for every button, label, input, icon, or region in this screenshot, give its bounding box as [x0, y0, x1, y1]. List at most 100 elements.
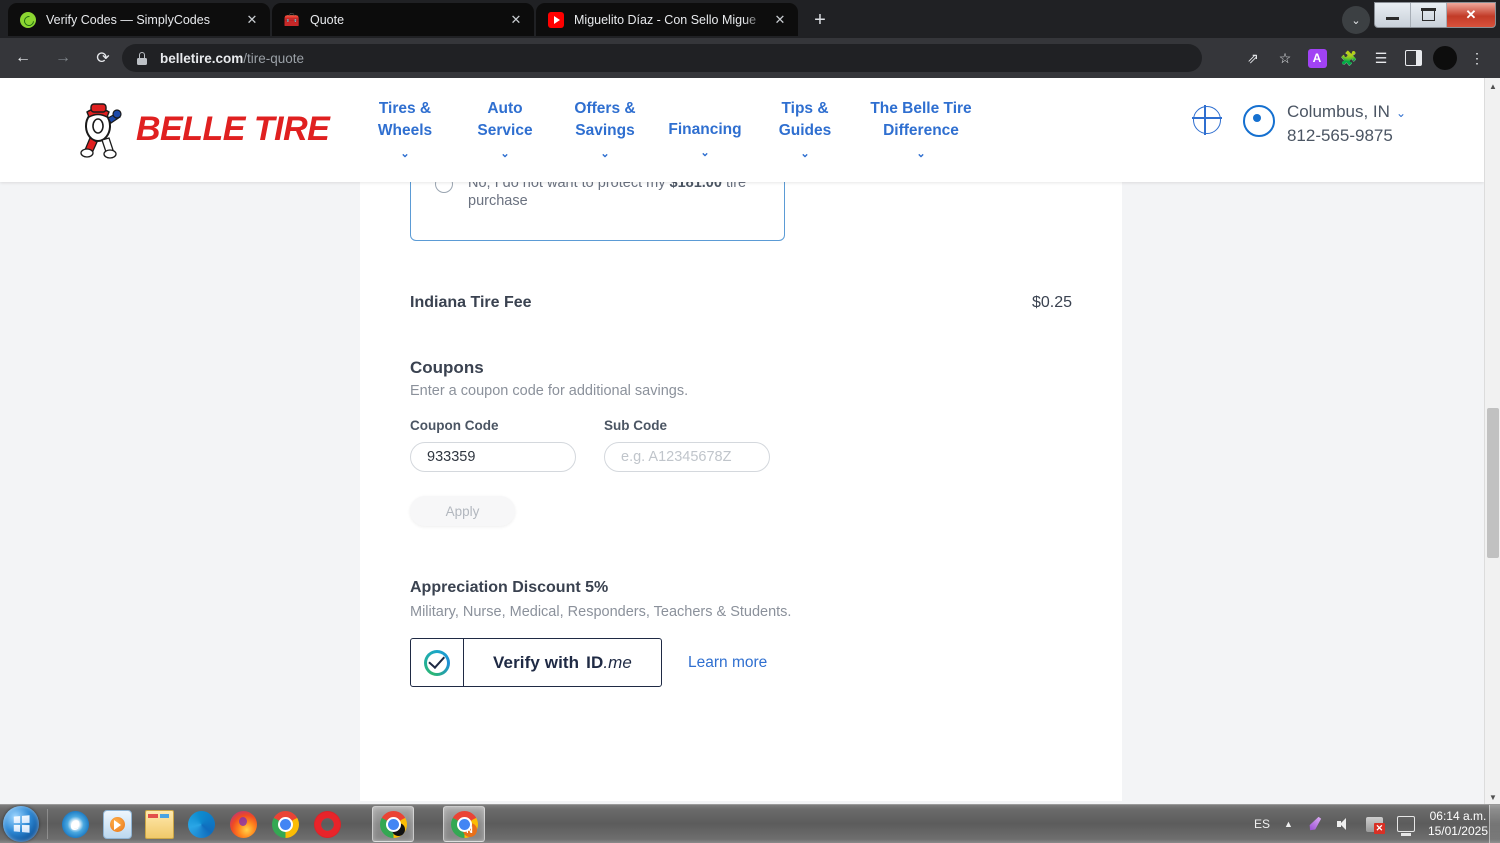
nav-item-tires-wheels[interactable]: Tires & Wheels ⌄: [355, 98, 455, 165]
chrome-menu-icon[interactable]: ⋮: [1462, 42, 1492, 74]
minimize-button[interactable]: [1375, 3, 1411, 27]
globe-language-icon[interactable]: [1192, 105, 1222, 135]
tab-title: Verify Codes — SimplyCodes: [46, 12, 210, 27]
back-icon[interactable]: ←: [6, 41, 40, 75]
quote-content-card: No, I do not want to protect my $181.00 …: [360, 78, 1122, 801]
page-scrollbar[interactable]: ▲ ▼: [1484, 78, 1500, 805]
taskbar-chrome-window-1[interactable]: [372, 806, 414, 842]
start-button[interactable]: [3, 806, 39, 842]
profile-badge: [391, 822, 405, 836]
chevron-down-icon: ⌄: [700, 147, 710, 159]
nav-item-belle-tire-difference[interactable]: The Belle Tire Difference ⌄: [855, 98, 987, 165]
taskbar-opera[interactable]: [307, 807, 347, 841]
internet-explorer-icon: e: [61, 810, 89, 838]
browser-tab-3[interactable]: Miguelito Díaz - Con Sello Migue ✕: [536, 3, 798, 36]
apply-coupon-button[interactable]: Apply: [410, 496, 515, 526]
store-locator[interactable]: Columbus, IN ⌄ 812-565-9875: [1287, 100, 1406, 148]
nav-item-tips-guides[interactable]: Tips & Guides ⌄: [755, 98, 855, 165]
coupon-code-field-group: Coupon Code: [410, 418, 576, 472]
taskbar-divider: [47, 809, 48, 839]
location-pin-icon: [1242, 105, 1275, 137]
sub-code-label: Sub Code: [604, 418, 667, 433]
tire-protection-option-box[interactable]: No, I do not want to protect my $181.00 …: [410, 173, 785, 241]
chevron-down-icon: ⌄: [800, 148, 810, 160]
coupon-code-input[interactable]: [410, 442, 576, 472]
header-utilities: Columbus, IN ⌄ 812-565-9875: [1192, 100, 1406, 148]
belle-tire-wordmark: BELLE TIRE: [136, 109, 330, 148]
browser-tab-1[interactable]: Verify Codes — SimplyCodes ✕: [8, 3, 270, 36]
forward-icon[interactable]: →: [46, 41, 80, 75]
scroll-down-arrow-icon[interactable]: ▼: [1485, 789, 1500, 805]
restore-button[interactable]: [1411, 3, 1447, 27]
windows-media-player-icon: [102, 809, 132, 839]
lock-icon: [136, 51, 148, 65]
address-bar[interactable]: belletire.com/tire-quote: [122, 44, 1202, 72]
verified-check-icon: [424, 649, 450, 676]
tab-title: Miguelito Díaz - Con Sello Migue: [574, 12, 757, 27]
extensions-puzzle-icon[interactable]: 🧩: [1334, 42, 1364, 74]
simplycodes-icon: [20, 11, 36, 28]
store-phone[interactable]: 812-565-9875: [1287, 126, 1393, 145]
tab-close-icon[interactable]: ✕: [242, 10, 262, 30]
tab-title: Quote: [310, 12, 345, 27]
url-domain: belletire.com: [160, 50, 244, 66]
tab-strip: Verify Codes — SimplyCodes ✕ 🧰 Quote ✕ M…: [0, 0, 1500, 38]
nav-item-auto-service[interactable]: Auto Service ⌄: [455, 98, 555, 165]
chevron-down-icon[interactable]: ⌄: [1396, 106, 1406, 120]
browser-tab-2[interactable]: 🧰 Quote ✕: [272, 3, 534, 36]
belle-tire-logo[interactable]: BELLE TIRE: [78, 98, 330, 160]
url-path: /tire-quote: [243, 50, 305, 66]
show-desktop-button[interactable]: [1489, 805, 1500, 843]
tire-mascot-icon: [78, 98, 122, 160]
sub-code-input[interactable]: [604, 442, 770, 472]
google-chrome-icon: [271, 810, 299, 838]
appreciation-discount-subtitle: Military, Nurse, Medical, Responders, Te…: [410, 604, 792, 620]
tab-close-icon[interactable]: ✕: [770, 10, 790, 30]
verify-with-text: Verify with: [493, 652, 580, 672]
idme-wordmark: ID.me: [586, 652, 632, 672]
tab-close-icon[interactable]: ✕: [506, 10, 526, 30]
google-chrome-icon: N: [450, 810, 478, 838]
tab-search-chevron-down-icon[interactable]: ⌄: [1342, 6, 1370, 34]
file-explorer-icon: [144, 809, 174, 839]
taskbar-firefox[interactable]: [223, 807, 263, 841]
learn-more-link[interactable]: Learn more: [688, 654, 767, 672]
tray-volume-icon[interactable]: [1336, 817, 1352, 831]
browser-toolbar: ← → ⟳ belletire.com/tire-quote ⇗ ☆ A 🧩 ☰…: [0, 38, 1500, 78]
chevron-down-icon: ⌄: [400, 148, 410, 160]
verify-with-idme-button[interactable]: Verify with ID.me: [410, 638, 662, 687]
bookmark-star-icon[interactable]: ☆: [1270, 42, 1300, 74]
system-tray: ES ▲ ✕ 06:14 a.m. 15/01/2025: [1247, 805, 1488, 843]
nav-item-offers-savings[interactable]: Offers & Savings ⌄: [555, 98, 655, 165]
tray-power-icon[interactable]: ✕: [1365, 816, 1385, 834]
reload-icon[interactable]: ⟳: [86, 41, 120, 75]
profile-avatar[interactable]: [1430, 42, 1460, 74]
side-panel-icon[interactable]: [1398, 42, 1428, 74]
idme-check-cell: [411, 639, 464, 686]
extension-a-icon[interactable]: A: [1302, 42, 1332, 74]
fee-value: $0.25: [1031, 294, 1072, 311]
url-text: belletire.com/tire-quote: [160, 51, 304, 66]
new-tab-button[interactable]: +: [806, 6, 834, 34]
taskbar-media-player[interactable]: [97, 807, 137, 841]
coupons-heading: Coupons: [410, 358, 484, 377]
tray-network-icon[interactable]: [1396, 816, 1415, 836]
scroll-up-arrow-icon[interactable]: ▲: [1485, 78, 1500, 94]
scrollbar-thumb[interactable]: [1487, 408, 1499, 558]
taskbar-internet-explorer[interactable]: e: [55, 807, 95, 841]
appreciation-discount-heading: Appreciation Discount 5%: [410, 579, 609, 596]
nav-item-financing[interactable]: Financing ⌄: [655, 98, 755, 164]
tray-language-indicator[interactable]: ES: [1254, 817, 1270, 831]
belle-tire-icon: 🧰: [283, 12, 301, 27]
tray-pen-icon[interactable]: [1307, 816, 1323, 832]
taskbar-microsoft-edge[interactable]: [181, 807, 221, 841]
share-icon[interactable]: ⇗: [1238, 42, 1268, 74]
tray-expand-arrow-icon[interactable]: ▲: [1284, 819, 1293, 829]
taskbar-chrome-window-2[interactable]: N: [443, 806, 485, 842]
reading-list-icon[interactable]: ☰: [1366, 42, 1396, 74]
taskbar-file-explorer[interactable]: [139, 807, 179, 841]
taskbar-google-chrome[interactable]: [265, 807, 305, 841]
close-button[interactable]: ✕: [1447, 3, 1495, 27]
taskbar-clock[interactable]: 06:14 a.m. 15/01/2025: [1428, 809, 1488, 839]
screen: Verify Codes — SimplyCodes ✕ 🧰 Quote ✕ M…: [0, 0, 1500, 843]
